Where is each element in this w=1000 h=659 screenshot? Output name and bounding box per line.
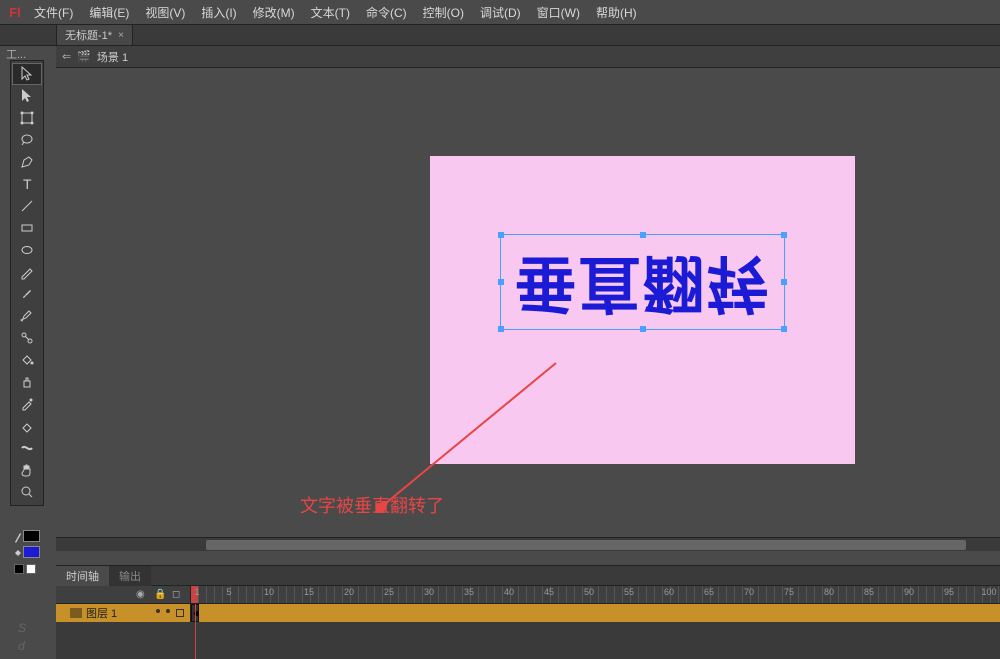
line-tool[interactable]: [12, 195, 42, 217]
document-tab-bar: 无标题-1* ×: [0, 24, 1000, 46]
horizontal-scrollbar[interactable]: [56, 537, 1000, 551]
handle-bottom-mid[interactable]: [640, 326, 646, 332]
scene-back-button[interactable]: ⇐: [62, 50, 71, 63]
scrollbar-thumb[interactable]: [206, 540, 966, 550]
width-tool[interactable]: [12, 437, 42, 459]
layer-lock-dot[interactable]: [166, 609, 170, 613]
subselection-tool[interactable]: [12, 85, 42, 107]
pencil-tool[interactable]: [12, 261, 42, 283]
scene-label[interactable]: 场景 1: [97, 49, 128, 65]
layer-visible-dot[interactable]: [156, 609, 160, 613]
selection-tool[interactable]: [12, 63, 42, 85]
frame-track[interactable]: [191, 604, 1000, 622]
menu-file[interactable]: 文件(F): [26, 4, 81, 21]
handle-top-left[interactable]: [498, 232, 504, 238]
svg-text:T: T: [23, 176, 32, 192]
layer-outline-dot[interactable]: [176, 609, 184, 617]
swatch-swap-icon[interactable]: [26, 564, 36, 574]
layer-name[interactable]: 图层 1: [86, 605, 117, 621]
tab-close-icon[interactable]: ×: [118, 30, 124, 41]
text-selection-box[interactable]: 垂直翻转: [500, 234, 785, 330]
document-tab[interactable]: 无标题-1* ×: [56, 24, 133, 46]
pen-tool[interactable]: [12, 151, 42, 173]
bone-tool[interactable]: [12, 327, 42, 349]
handle-mid-left[interactable]: [498, 279, 504, 285]
paint-brush-tool[interactable]: [12, 305, 42, 327]
menu-window[interactable]: 窗口(W): [529, 4, 588, 21]
hand-tool[interactable]: [12, 459, 42, 481]
handle-top-mid[interactable]: [640, 232, 646, 238]
menu-insert[interactable]: 插入(I): [193, 4, 244, 21]
canvas-text[interactable]: 垂直翻转: [514, 251, 770, 313]
zoom-tool[interactable]: [12, 481, 42, 503]
playhead-line: [195, 604, 196, 659]
canvas[interactable]: 垂直翻转: [430, 156, 855, 464]
eyedropper-tool[interactable]: [12, 393, 42, 415]
paint-bucket-tool[interactable]: [12, 349, 42, 371]
toolbox: T: [10, 60, 44, 506]
handle-mid-right[interactable]: [781, 279, 787, 285]
tab-timeline[interactable]: 时间轴: [56, 566, 109, 586]
rectangle-tool[interactable]: [12, 217, 42, 239]
swatch-default-icon[interactable]: [14, 564, 24, 574]
menu-view[interactable]: 视图(V): [137, 4, 193, 21]
menu-control[interactable]: 控制(O): [415, 4, 472, 21]
text-tool[interactable]: T: [12, 173, 42, 195]
handle-bottom-left[interactable]: [498, 326, 504, 332]
stroke-color-swatch[interactable]: [23, 530, 40, 542]
ink-bottle-tool[interactable]: [12, 371, 42, 393]
fill-color-swatch[interactable]: [23, 546, 40, 558]
timeline-header: ◉ 🔒 ◻ 1510152025303540455055606570758085…: [56, 586, 1000, 604]
color-swatches: [14, 530, 40, 578]
timeline-panel: 时间轴 输出 ◉ 🔒 ◻ 151015202530354045505560657…: [56, 565, 1000, 659]
bucket-fill-icon: [14, 547, 21, 559]
option-s[interactable]: S: [18, 621, 26, 635]
layer-row[interactable]: 图层 1: [56, 604, 191, 622]
eraser-tool[interactable]: [12, 415, 42, 437]
tab-title: 无标题-1*: [65, 27, 112, 43]
menu-text[interactable]: 文本(T): [303, 4, 358, 21]
pencil-stroke-icon: [14, 531, 21, 543]
scene-icon: 🎬: [77, 50, 91, 63]
frame-ruler[interactable]: 1510152025303540455055606570758085909510…: [191, 586, 1000, 603]
tab-output[interactable]: 输出: [109, 566, 151, 586]
layer-controls-header: ◉ 🔒 ◻: [56, 586, 191, 603]
layer-type-icon: [70, 608, 82, 618]
menu-edit[interactable]: 编辑(E): [81, 4, 137, 21]
handle-top-right[interactable]: [781, 232, 787, 238]
menu-bar: Fl 文件(F) 编辑(E) 视图(V) 插入(I) 修改(M) 文本(T) 命…: [0, 0, 1000, 24]
app-logo: Fl: [4, 2, 26, 22]
lock-icon[interactable]: 🔒: [154, 589, 166, 601]
stage-area[interactable]: 垂直翻转 文字被垂直翻转了: [56, 68, 1000, 551]
timeline-tabs: 时间轴 输出: [56, 566, 1000, 586]
outline-icon[interactable]: ◻: [172, 589, 184, 601]
timeline-layers: 图层 1: [56, 604, 1000, 622]
brush-tool[interactable]: [12, 283, 42, 305]
handle-bottom-right[interactable]: [781, 326, 787, 332]
option-d[interactable]: d: [18, 639, 26, 653]
lasso-tool[interactable]: [12, 129, 42, 151]
free-transform-tool[interactable]: [12, 107, 42, 129]
menu-debug[interactable]: 调试(D): [472, 4, 529, 21]
menu-help[interactable]: 帮助(H): [588, 4, 645, 21]
visibility-icon[interactable]: ◉: [136, 589, 148, 601]
annotation-text: 文字被垂直翻转了: [300, 492, 444, 518]
oval-tool[interactable]: [12, 239, 42, 261]
bottom-options: S d: [18, 621, 26, 653]
menu-commands[interactable]: 命令(C): [358, 4, 415, 21]
scene-bar: ⇐ 🎬 场景 1: [56, 46, 1000, 68]
menu-modify[interactable]: 修改(M): [245, 4, 303, 21]
